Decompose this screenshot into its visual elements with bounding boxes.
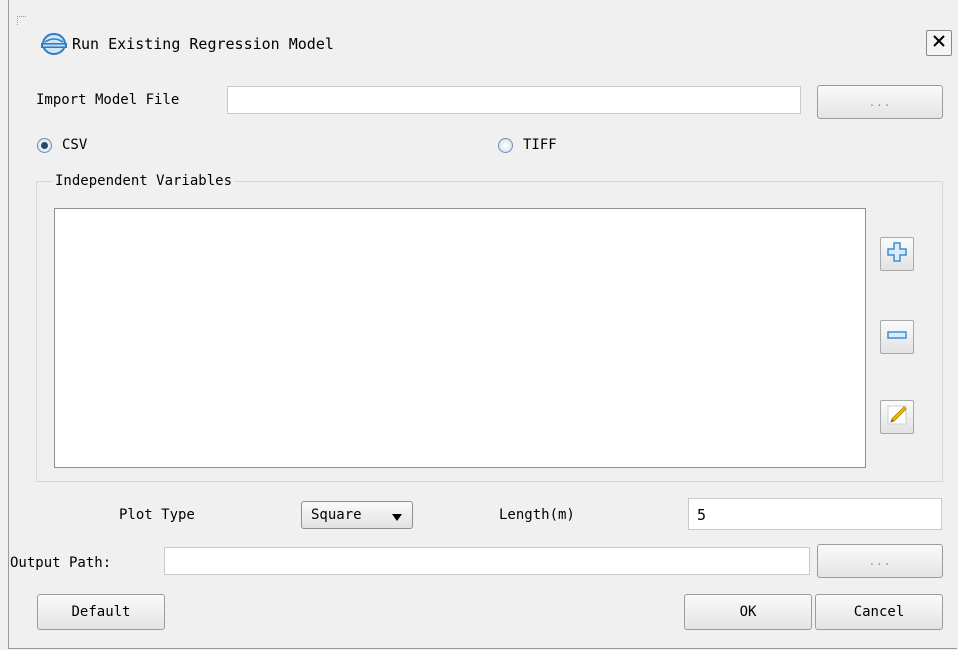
csv-radio[interactable]	[37, 138, 52, 153]
plot-type-value: Square	[311, 507, 362, 523]
plot-type-label: Plot Type	[119, 507, 195, 523]
import-model-input[interactable]	[227, 86, 801, 114]
dialog-title: Run Existing Regression Model	[72, 35, 334, 53]
cancel-button[interactable]: Cancel	[815, 594, 943, 630]
add-variable-button[interactable]	[880, 237, 914, 271]
length-input[interactable]: 5	[688, 498, 942, 530]
output-path-input[interactable]	[164, 547, 810, 575]
edit-pencil-icon	[885, 403, 909, 431]
length-label: Length(m)	[499, 507, 575, 523]
plot-type-select[interactable]: Square	[301, 501, 413, 529]
close-icon	[933, 35, 945, 51]
import-model-label: Import Model File	[36, 92, 180, 108]
independent-variables-title: Independent Variables	[53, 173, 235, 189]
import-model-browse-button[interactable]: ...	[817, 85, 943, 119]
default-button[interactable]: Default	[37, 594, 165, 630]
tiff-radio[interactable]	[498, 138, 513, 153]
tiff-radio-label[interactable]: TIFF	[523, 137, 557, 153]
app-logo-icon	[40, 32, 68, 56]
close-button[interactable]	[926, 30, 952, 56]
remove-variable-button[interactable]	[880, 320, 914, 354]
ok-button[interactable]: OK	[684, 594, 812, 630]
add-icon	[886, 241, 908, 267]
independent-variables-list[interactable]	[54, 208, 866, 468]
window-grip	[17, 16, 26, 25]
output-path-label: Output Path:	[10, 555, 112, 571]
output-path-browse-button[interactable]: ...	[817, 544, 943, 578]
edit-variable-button[interactable]	[880, 400, 914, 434]
csv-radio-label[interactable]: CSV	[62, 137, 87, 153]
chevron-down-icon	[392, 510, 402, 526]
remove-icon	[886, 324, 908, 350]
